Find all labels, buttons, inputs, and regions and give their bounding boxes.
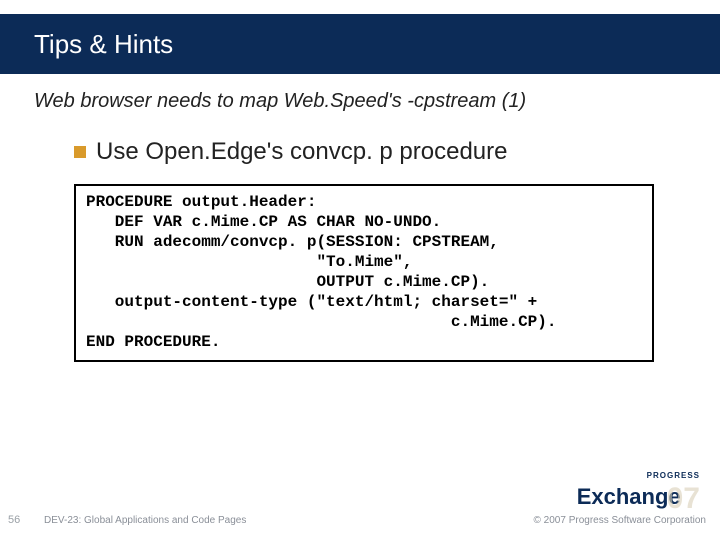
bullet-row: Use Open.Edge's convcp. p procedure <box>74 138 508 166</box>
footer-left: DEV-23: Global Applications and Code Pag… <box>44 515 246 526</box>
logo-exchange-text: Exchange <box>577 486 681 508</box>
bullet-text: Use Open.Edge's convcp. p procedure <box>96 138 508 166</box>
slide: Tips & Hints Web browser needs to map We… <box>0 0 720 540</box>
logo-year-text: 07 <box>667 484 700 514</box>
progress-exchange-logo: PROGRESS Exchange07 <box>577 472 700 510</box>
title-band: Tips & Hints <box>0 14 720 74</box>
bullet-icon <box>74 146 86 158</box>
footer-right: © 2007 Progress Software Corporation <box>534 515 706 526</box>
slide-number: 56 <box>8 514 20 526</box>
slide-subtitle: Web browser needs to map Web.Speed's -cp… <box>34 90 526 113</box>
logo-progress-text: PROGRESS <box>577 472 700 480</box>
code-block: PROCEDURE output.Header: DEF VAR c.Mime.… <box>74 184 654 362</box>
slide-title: Tips & Hints <box>34 29 173 60</box>
